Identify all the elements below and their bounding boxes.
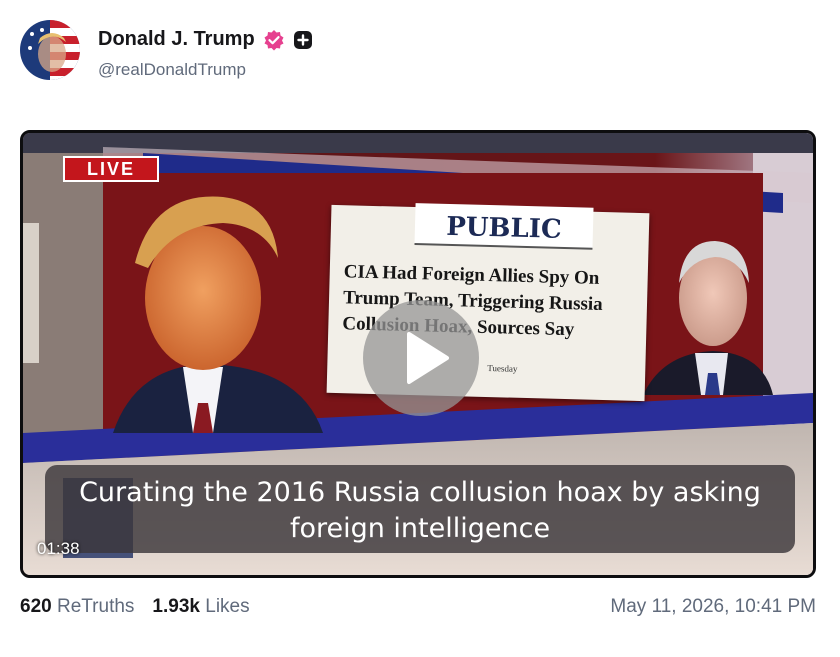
live-badge: LIVE bbox=[63, 156, 159, 182]
play-icon bbox=[407, 332, 449, 384]
retruths-label: ReTruths bbox=[56, 596, 135, 617]
retruths-count: 620 bbox=[20, 596, 52, 617]
likes-label: Likes bbox=[205, 596, 250, 617]
video-player[interactable]: LIVE PUBLIC CIA Had Foreign Allies Spy O… bbox=[20, 130, 816, 578]
document-tab-label: PUBLIC bbox=[414, 203, 594, 250]
verified-badge-icon bbox=[263, 29, 285, 51]
avatar[interactable] bbox=[20, 20, 80, 80]
retruths-stat[interactable]: 620 ReTruths bbox=[20, 596, 134, 618]
video-duration: 01:38 bbox=[37, 539, 80, 558]
document-date: Tuesday bbox=[487, 363, 518, 374]
plus-badge-icon bbox=[293, 30, 313, 50]
author-display-name[interactable]: Donald J. Trump bbox=[98, 28, 255, 51]
caption-line-2: foreign intelligence bbox=[289, 513, 551, 544]
post-date[interactable]: May 11, 2026, 10:41 PM bbox=[610, 596, 816, 618]
likes-count: 1.93k bbox=[152, 596, 200, 617]
post-footer: 620 ReTruths 1.93k Likes May 11, 2026, 1… bbox=[20, 592, 816, 622]
likes-stat[interactable]: 1.93k Likes bbox=[152, 596, 249, 618]
post-header: Donald J. Trump @realDonaldTrump bbox=[20, 20, 820, 82]
post-stats: 620 ReTruths 1.93k Likes bbox=[20, 596, 250, 618]
play-button[interactable] bbox=[363, 300, 479, 416]
caption-line-1: Curating the 2016 Russia collusion hoax … bbox=[79, 477, 761, 508]
author-handle[interactable]: @realDonaldTrump bbox=[98, 60, 246, 80]
video-caption: Curating the 2016 Russia collusion hoax … bbox=[45, 465, 795, 553]
